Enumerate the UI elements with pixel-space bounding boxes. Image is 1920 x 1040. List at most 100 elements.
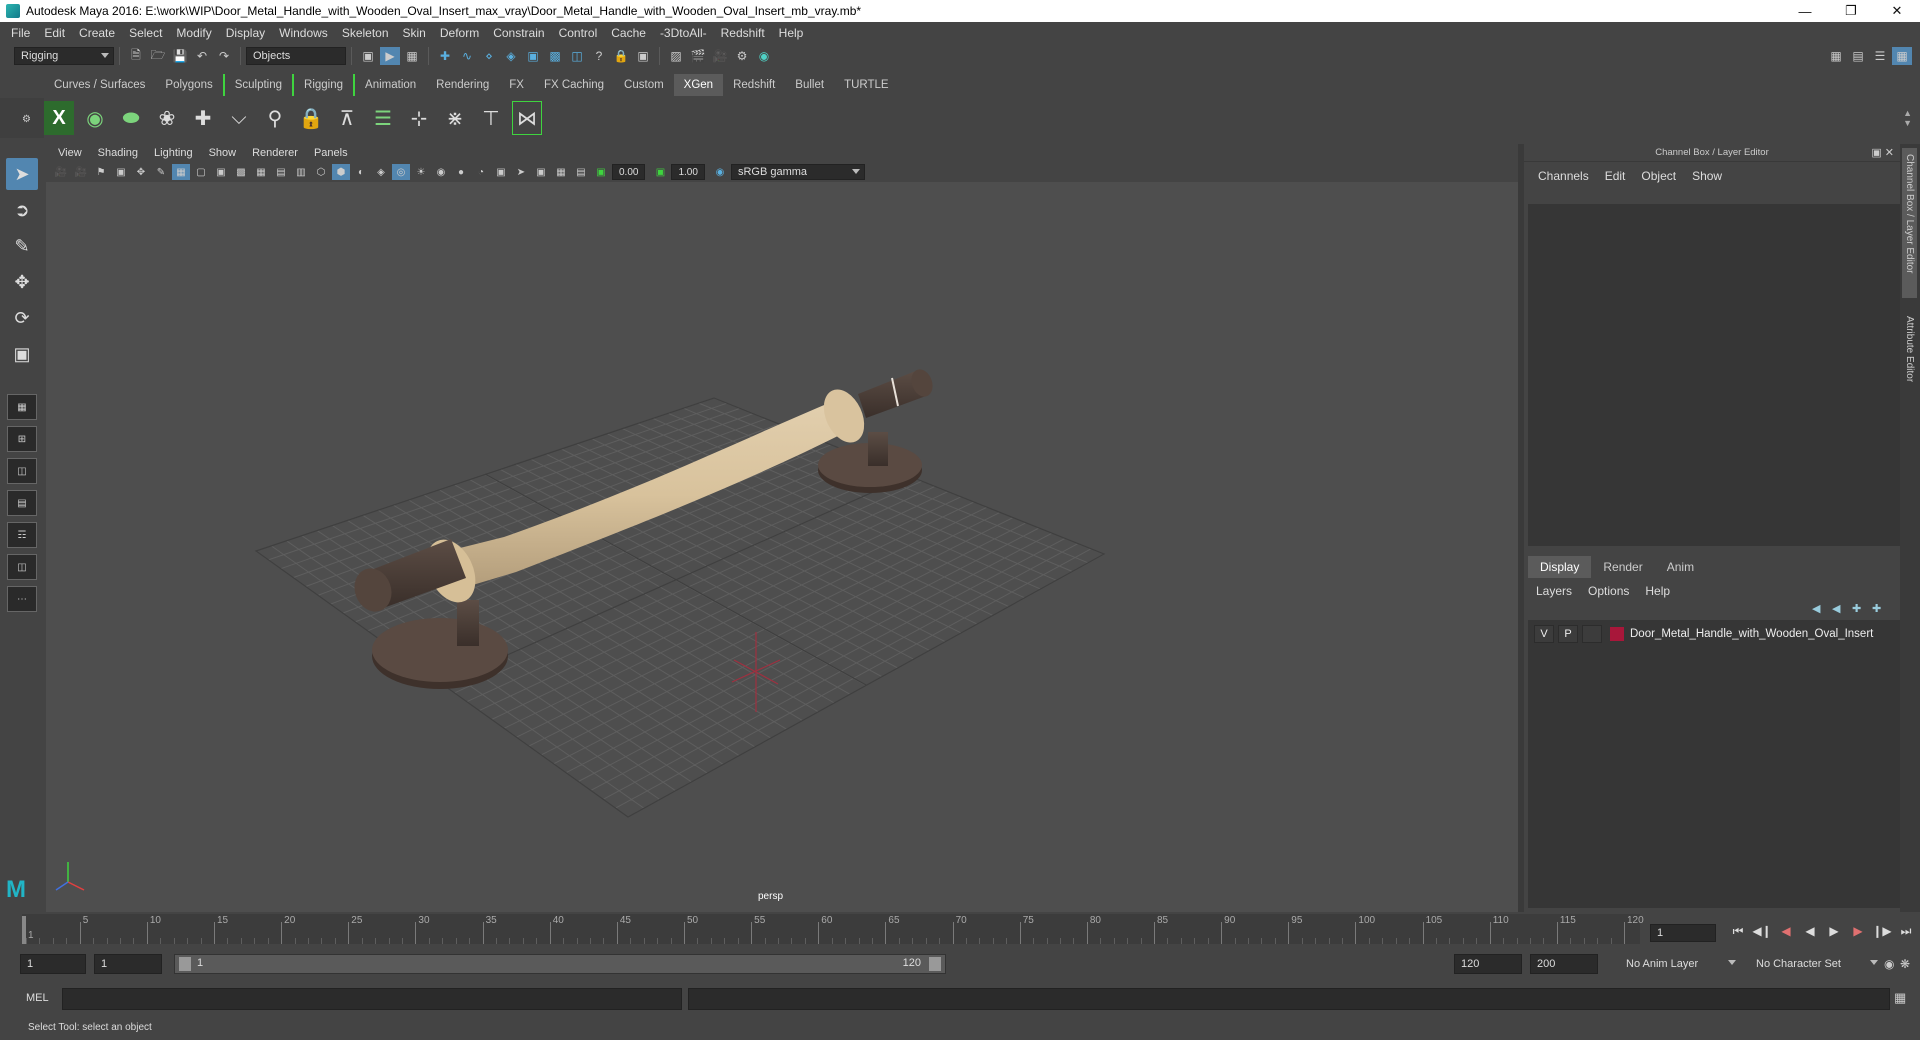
move-tool-icon[interactable]: ✥ [6,266,38,298]
vp-menu-renderer[interactable]: Renderer [244,144,306,162]
layer-playback-toggle[interactable]: P [1558,625,1578,643]
go-to-end-icon[interactable]: ⏭ [1894,924,1918,939]
range-slider[interactable]: 1 120 [174,954,946,974]
vp-menu-lighting[interactable]: Lighting [146,144,201,162]
close-icon[interactable]: ▣ ✕ [1871,144,1894,162]
groom-length-icon[interactable]: ⊤ [476,101,506,135]
gate-mask-icon[interactable]: ▩ [232,164,250,180]
safe-action-icon[interactable]: ▤ [272,164,290,180]
range-start-handle[interactable] [179,957,191,971]
symmetry-icon[interactable]: ◫ [567,47,587,65]
input-ops-icon[interactable]: ▣ [633,47,653,65]
selection-mode-dropdown[interactable]: Objects [246,47,346,65]
snap-live-icon[interactable]: ▩ [545,47,565,65]
motion-blur-icon[interactable]: ● [452,164,470,180]
menu-control[interactable]: Control [552,22,605,44]
shelf-tab-redshift[interactable]: Redshift [723,74,785,96]
playback-end-field[interactable]: 120 [1454,954,1522,974]
step-forward-key-icon[interactable]: ▶ [1846,924,1870,939]
end-time-field[interactable]: 200 [1530,954,1598,974]
save-scene-icon[interactable]: 💾 [170,47,190,65]
step-back-key-icon[interactable]: ◀ [1774,924,1798,939]
shelf-tab-fx-caching[interactable]: FX Caching [534,74,614,96]
menu-redshift[interactable]: Redshift [714,22,772,44]
shelf-tab-xgen[interactable]: XGen [673,74,724,96]
redo-icon[interactable]: ↷ [214,47,234,65]
scale-tool-icon[interactable]: ▣ [6,338,38,370]
menu-create[interactable]: Create [72,22,122,44]
character-set-dropdown[interactable]: No Character Set [1750,955,1882,973]
move-layer-up-icon[interactable]: ◀ [1812,602,1832,615]
le-menu-help[interactable]: Help [1637,584,1678,598]
select-tool-icon[interactable]: ➤ [6,158,38,190]
vp-menu-show[interactable]: Show [201,144,245,162]
cb-menu-channels[interactable]: Channels [1530,169,1597,183]
shelf-gear-icon[interactable]: ⚙ [22,114,44,125]
restore-button[interactable]: ❐ [1828,0,1874,22]
snap-curve-icon[interactable]: ∿ [457,47,477,65]
outliner-layout-icon[interactable]: ◫ [7,554,37,580]
add-guide-icon[interactable]: ✚ [188,101,218,135]
ambient-occlusion-icon[interactable]: ◉ [432,164,450,180]
menu-display[interactable]: Display [219,22,272,44]
le-menu-options[interactable]: Options [1580,584,1637,598]
grease-pencil-icon[interactable]: ✎ [152,164,170,180]
shelf-tab-rendering[interactable]: Rendering [426,74,499,96]
rotate-tool-icon[interactable]: ⟳ [6,302,38,334]
step-back-frame-icon[interactable]: ◀❙ [1750,924,1774,939]
le-menu-layers[interactable]: Layers [1528,584,1580,598]
use-all-lights-icon[interactable]: ◎ [392,164,410,180]
modeling-toolkit-icon[interactable]: ▦ [1826,47,1846,65]
shelf-tab-animation[interactable]: Animation [353,74,426,96]
auto-key-icon[interactable]: ◉ [1884,957,1894,971]
multisample-aa-icon[interactable]: ◔ [472,164,490,180]
hypershade-icon[interactable]: ◉ [754,47,774,65]
cb-menu-object[interactable]: Object [1633,169,1684,183]
vp-menu-view[interactable]: View [50,144,90,162]
go-to-start-icon[interactable]: ⏮ [1726,924,1750,939]
layer-name[interactable]: Door_Metal_Handle_with_Wooden_Oval_Inser… [1630,628,1873,640]
layer-color-swatch[interactable] [1610,627,1624,641]
range-end-handle[interactable] [929,957,941,971]
xgen-description-icon[interactable]: ⬬ [116,101,146,135]
persp-outliner-layout-icon[interactable]: ◫ [7,458,37,484]
guide-fan-icon[interactable]: ⊼ [332,101,362,135]
minimize-button[interactable]: — [1782,0,1828,22]
shelf-scroll-icon[interactable]: ▲ ▼ [1903,108,1912,128]
shelf-tab-polygons[interactable]: Polygons [155,74,222,96]
render-view-icon[interactable]: ▨ [666,47,686,65]
persp-graph-layout-icon[interactable]: ▤ [7,490,37,516]
mel-input[interactable] [62,988,682,1010]
gamma-field[interactable]: 1.00 [671,164,705,180]
shelf-tab-curves-surfaces[interactable]: Curves / Surfaces [44,74,155,96]
image-plane-icon[interactable]: ▣ [112,164,130,180]
four-view-layout-icon[interactable]: ⊞ [7,426,37,452]
exposure-icon[interactable]: ▣ [592,164,610,180]
shelf-tab-custom[interactable]: Custom [614,74,674,96]
wireframe-on-shaded-icon[interactable]: ◐ [352,164,370,180]
time-ruler[interactable]: 1 5 10 15 20 25 30 35 40 45 50 55 60 65 70 75 80 85 90 95 1… [22,914,1644,944]
cb-menu-show[interactable]: Show [1684,169,1730,183]
shadows-icon[interactable]: ☀ [412,164,430,180]
tab-display[interactable]: Display [1528,556,1592,578]
shelf-tab-sculpting[interactable]: Sculpting [222,74,292,96]
playback-start-field[interactable]: 1 [94,954,162,974]
menu-skeleton[interactable]: Skeleton [335,22,396,44]
grid-toggle-icon[interactable]: ▦ [172,164,190,180]
script-editor-icon[interactable]: ▦ [1894,990,1906,1006]
layer-type-toggle[interactable] [1582,625,1602,643]
lock-guide-icon[interactable]: 🔒 [296,101,326,135]
layer-row[interactable]: V P Door_Metal_Handle_with_Wooden_Oval_I… [1534,624,1894,644]
shelf-tab-bullet[interactable]: Bullet [785,74,834,96]
smooth-shade-icon[interactable]: ⬢ [332,164,350,180]
lasso-tool-icon[interactable]: ➲ [6,194,38,226]
menu-windows[interactable]: Windows [272,22,335,44]
open-scene-icon[interactable]: 🗁 [148,47,168,65]
xgen-preview-icon[interactable]: ◉ [80,101,110,135]
side-tab-channel-box[interactable]: Channel Box / Layer Editor [1902,148,1917,298]
side-tab-attribute-editor[interactable]: Attribute Editor [1902,310,1917,430]
shelf-tab-fx[interactable]: FX [499,74,534,96]
color-management-icon[interactable]: ◉ [711,164,729,180]
camera-attributes-icon[interactable]: 🎥 [72,164,90,180]
current-frame-field[interactable]: 1 [1650,924,1716,942]
